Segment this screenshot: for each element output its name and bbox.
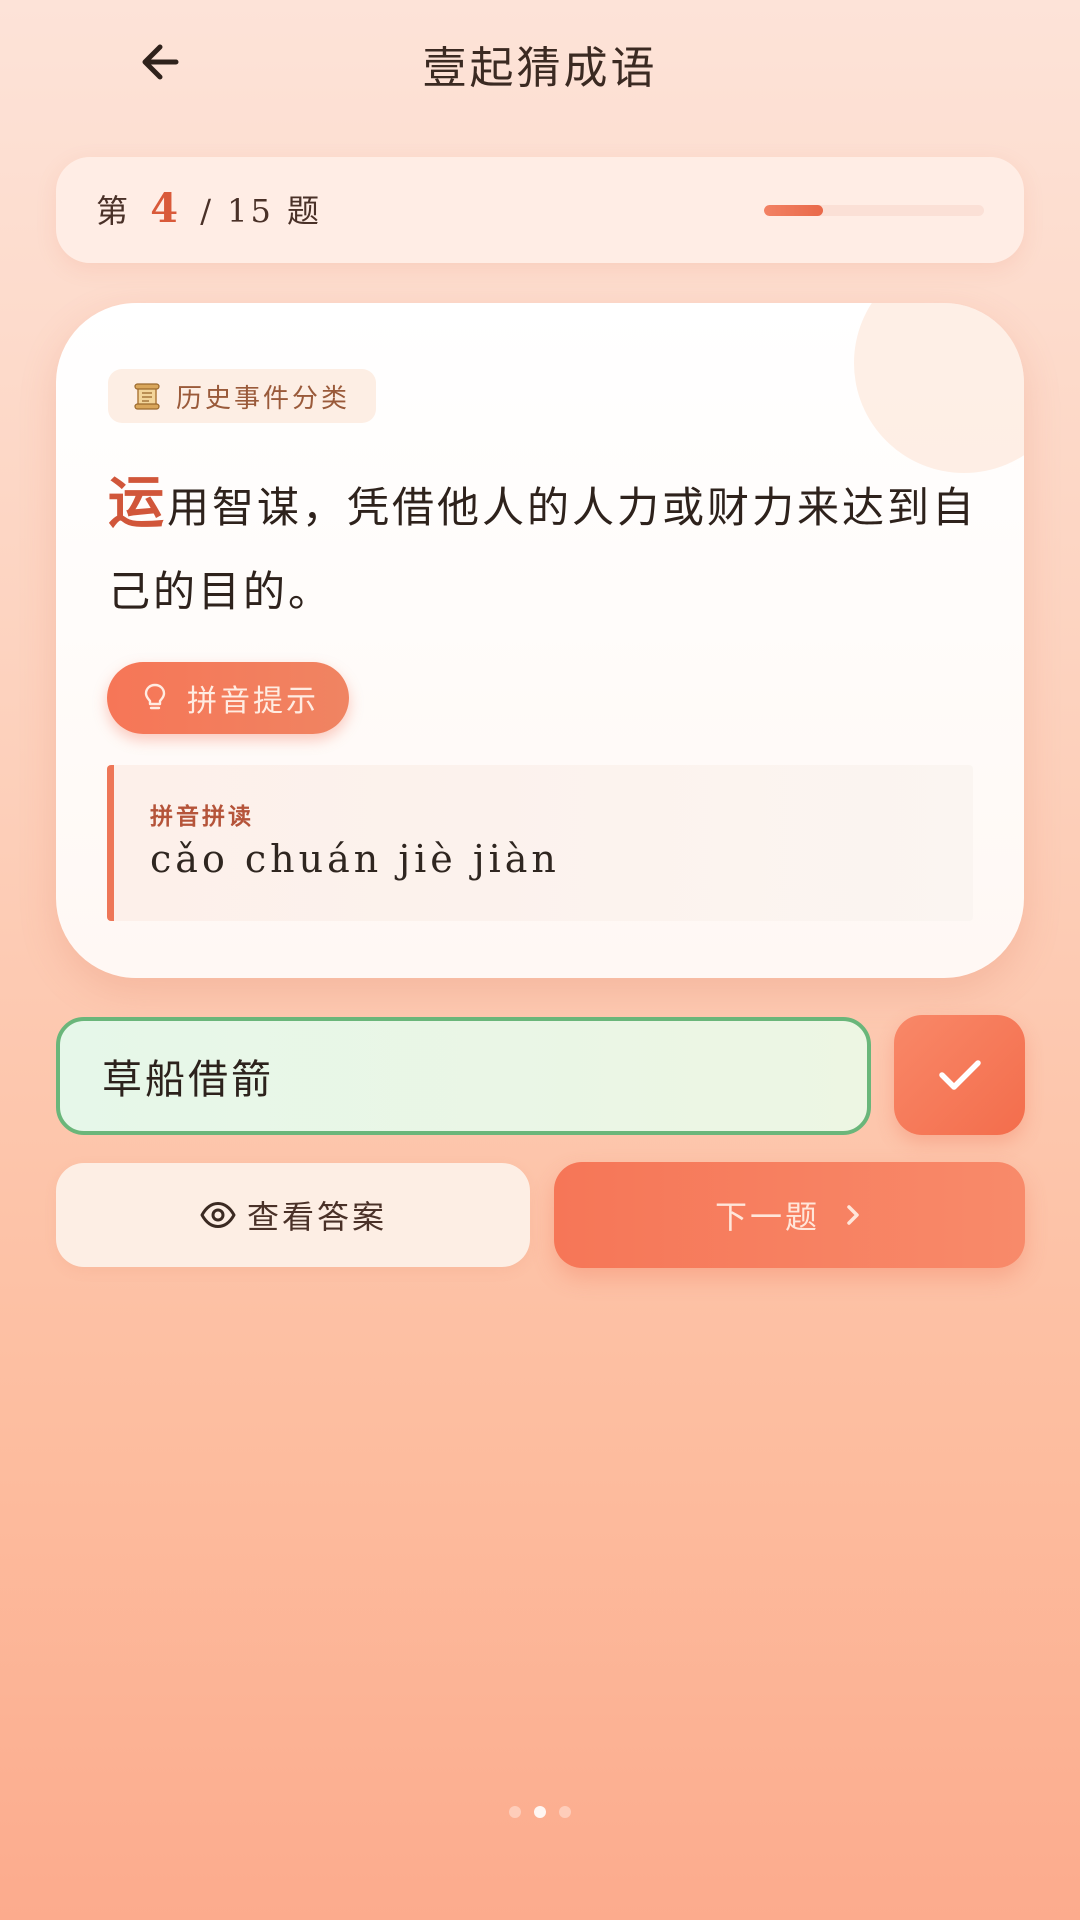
view-answer-label: 查看答案 <box>246 1198 387 1236</box>
question-card: 历史事件分类 运用智谋，凭借他人的人力或财力来达到自己的目的。 拼音提示 拼音拼… <box>56 303 1024 978</box>
question-first-char: 运 <box>108 470 167 536</box>
next-question-button[interactable]: 下一题 <box>554 1162 1025 1268</box>
pinyin-panel: 拼音拼读 cǎo chuán jiè jiàn <box>107 765 973 921</box>
answer-input[interactable]: 草船借箭 <box>56 1017 871 1135</box>
scroll-icon <box>132 381 162 411</box>
page-title: 壹起猜成语 <box>422 43 658 94</box>
progress-counter: 第 4 / 15 题 <box>96 185 322 232</box>
pinyin-hint-label: 拼音提示 <box>187 684 319 719</box>
progress-suffix: 题 <box>287 192 323 230</box>
next-question-label: 下一题 <box>714 1198 820 1236</box>
pinyin-label: 拼音拼读 <box>150 803 254 830</box>
page-dot <box>509 1806 521 1818</box>
pinyin-hint-button[interactable]: 拼音提示 <box>107 662 349 734</box>
page-indicator <box>0 1806 1080 1818</box>
card-decoration <box>854 303 1024 473</box>
eye-icon <box>199 1200 237 1230</box>
progress-current: 4 <box>150 185 182 232</box>
view-answer-button[interactable]: 查看答案 <box>56 1163 530 1267</box>
progress-prefix: 第 <box>96 192 132 230</box>
checkmark-icon <box>938 1060 981 1090</box>
page-dot <box>559 1806 571 1818</box>
progress-card: 第 4 / 15 题 <box>56 157 1024 263</box>
chevron-right-icon <box>842 1202 864 1228</box>
category-tag: 历史事件分类 <box>108 369 377 423</box>
submit-button[interactable] <box>894 1015 1025 1135</box>
progress-total: / 15 <box>200 192 274 230</box>
question-text: 运用智谋，凭借他人的人力或财力来达到自己的目的。 <box>108 461 988 634</box>
question-body: 用智谋，凭借他人的人力或财力来达到自己的目的。 <box>108 483 978 616</box>
pinyin-text: cǎo chuán jiè jiàn <box>150 837 560 881</box>
app-header: 壹起猜成语 <box>0 0 1080 125</box>
category-label: 历史事件分类 <box>176 383 351 414</box>
page-dot-active <box>534 1806 546 1818</box>
lightbulb-icon <box>143 682 167 714</box>
progress-bar <box>764 205 984 216</box>
progress-bar-fill <box>764 205 824 216</box>
answer-value: 草船借箭 <box>102 1057 274 1103</box>
